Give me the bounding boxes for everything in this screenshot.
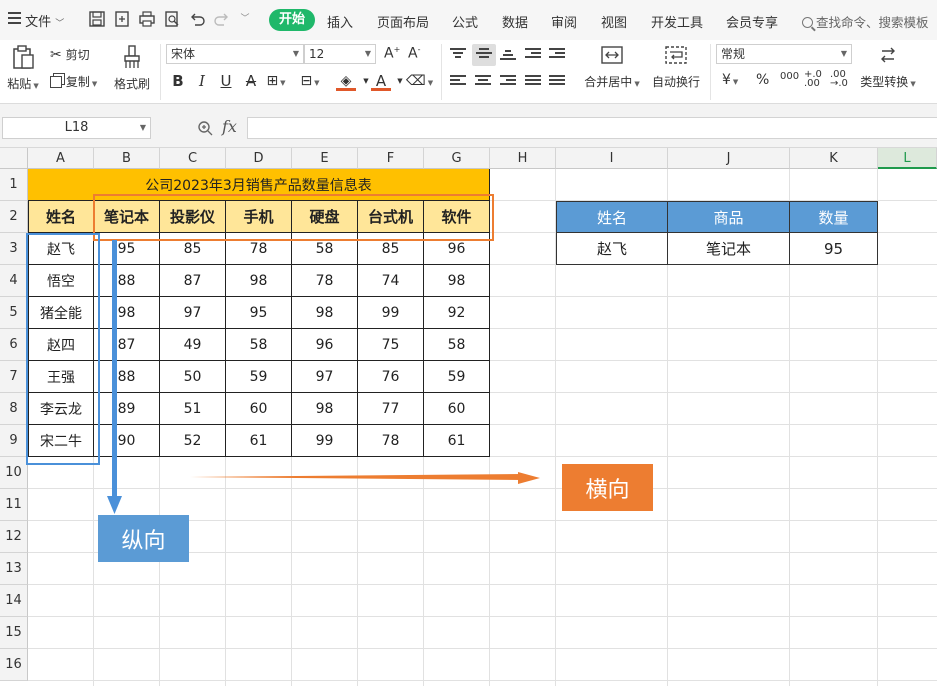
vertical-callout: 纵向 bbox=[98, 515, 189, 562]
horizontal-arrow bbox=[190, 472, 540, 484]
vertical-arrow bbox=[107, 240, 122, 514]
horizontal-callout: 横向 bbox=[562, 464, 653, 511]
annotation-arrows bbox=[107, 240, 540, 514]
